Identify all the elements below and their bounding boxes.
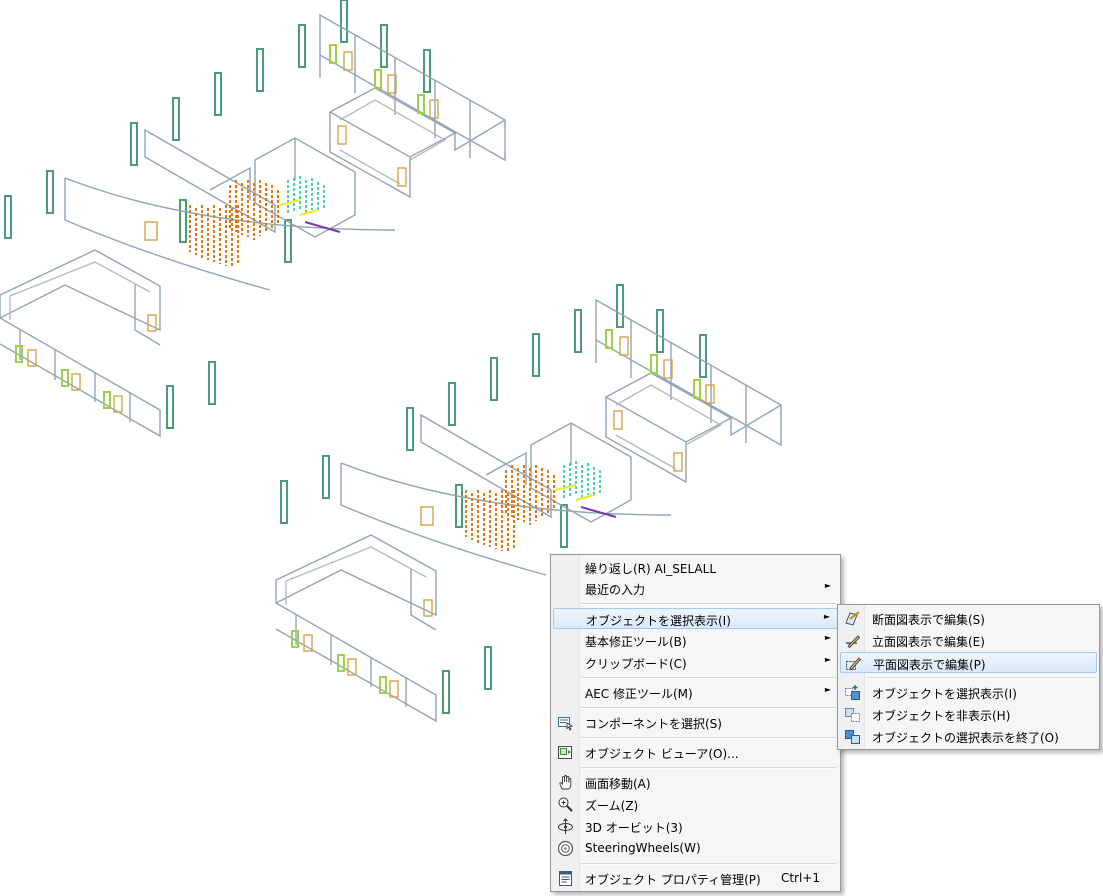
- menu-item-label: 繰り返し(R) AI_SELALL: [585, 562, 717, 576]
- menu-item-recent-input[interactable]: 最近の入力 ►: [553, 578, 838, 599]
- menu-item-label: コンポーネントを選択(S): [585, 717, 722, 731]
- menu-item-steering-wheels[interactable]: SteeringWheels(W): [553, 838, 838, 859]
- building-model-upper: [0, 0, 506, 437]
- menu-separator: [581, 677, 836, 679]
- submenu-arrow-icon: ►: [824, 633, 831, 642]
- menu-item-label: 最近の入力: [585, 583, 646, 597]
- menu-item-pan[interactable]: 画面移動(A): [553, 772, 838, 793]
- menu-item-label: 3D オービット(3): [585, 821, 683, 835]
- submenu-item-hide-objects[interactable]: オブジェクトを非表示(H): [840, 704, 1097, 725]
- menu-item-label: 画面移動(A): [585, 777, 651, 791]
- context-menu: 繰り返し(R) AI_SELALL 最近の入力 ► オブジェクトを選択表示(I)…: [550, 554, 841, 892]
- menu-item-label: クリップボード(C): [585, 657, 687, 671]
- submenu-arrow-icon: ►: [824, 655, 831, 664]
- isolate-objects-icon: [845, 685, 860, 700]
- menu-separator: [581, 707, 836, 709]
- menu-item-label: オブジェクトを選択表示(I): [872, 687, 1017, 701]
- menu-item-label: 基本修正ツール(B): [585, 635, 687, 649]
- menu-item-aec-modify-tools[interactable]: AEC 修正ツール(M) ►: [553, 682, 838, 703]
- submenu-arrow-icon: ►: [824, 581, 831, 590]
- submenu-item-edit-in-plan[interactable]: 平面図表示で編集(P): [840, 652, 1097, 673]
- menu-item-label: 立面図表示で編集(E): [872, 635, 985, 649]
- isolate-objects-submenu: 断面図表示で編集(S) 立面図表示で編集(E) 平面図表示で編集(P) オブジェ…: [837, 604, 1100, 750]
- menu-separator: [581, 737, 836, 739]
- submenu-item-end-isolation[interactable]: オブジェクトの選択表示を終了(O): [840, 726, 1097, 747]
- menu-item-label: オブジェクトを非表示(H): [872, 709, 1011, 723]
- menu-item-shortcut: Ctrl+1: [780, 871, 820, 885]
- object-viewer-icon: [558, 746, 572, 759]
- properties-icon: [559, 871, 572, 886]
- menu-item-zoom[interactable]: ズーム(Z): [553, 794, 838, 815]
- elevation-edit-icon: [846, 635, 861, 649]
- menu-item-label: 平面図表示で編集(P): [873, 658, 986, 672]
- menu-item-isolate-objects[interactable]: オブジェクトを選択表示(I) ►: [553, 608, 838, 629]
- menu-separator: [868, 677, 1095, 679]
- submenu-arrow-icon: ►: [824, 685, 831, 694]
- menu-item-properties[interactable]: オブジェクト プロパティ管理(P) Ctrl+1: [553, 868, 838, 889]
- menu-item-basic-modify-tools[interactable]: 基本修正ツール(B) ►: [553, 630, 838, 651]
- section-edit-icon: [845, 611, 860, 626]
- plan-edit-icon: [846, 657, 862, 671]
- steering-wheel-icon: [557, 840, 574, 857]
- submenu-item-edit-in-elevation[interactable]: 立面図表示で編集(E): [840, 630, 1097, 651]
- menu-separator: [581, 603, 836, 605]
- hide-objects-icon: [845, 708, 860, 722]
- menu-item-label: 断面図表示で編集(S): [872, 613, 985, 627]
- menu-item-label: AEC 修正ツール(M): [585, 687, 693, 701]
- submenu-item-isolate-objects[interactable]: オブジェクトを選択表示(I): [840, 682, 1097, 703]
- component-select-icon: [558, 717, 574, 731]
- menu-item-3d-orbit[interactable]: 3D オービット(3): [553, 816, 838, 837]
- menu-item-repeat[interactable]: 繰り返し(R) AI_SELALL: [553, 557, 838, 578]
- menu-separator: [581, 767, 836, 769]
- menu-item-label: オブジェクトを選択表示(I): [586, 614, 731, 628]
- menu-separator: [581, 863, 836, 865]
- pan-hand-icon: [559, 775, 572, 790]
- menu-item-label: オブジェクト プロパティ管理(P): [585, 873, 761, 887]
- menu-item-label: SteeringWheels(W): [585, 841, 701, 855]
- orbit-icon: [558, 818, 573, 834]
- menu-item-label: オブジェクトの選択表示を終了(O): [872, 731, 1059, 745]
- menu-item-object-viewer[interactable]: オブジェクト ビューア(O)...: [553, 742, 838, 763]
- menu-item-select-component[interactable]: コンポーネントを選択(S): [553, 712, 838, 733]
- zoom-icon: [558, 797, 573, 812]
- menu-item-clipboard[interactable]: クリップボード(C) ►: [553, 652, 838, 673]
- submenu-arrow-icon: ►: [823, 612, 830, 621]
- end-isolation-icon: [845, 730, 860, 744]
- menu-item-label: オブジェクト ビューア(O)...: [585, 747, 739, 761]
- menu-item-label: ズーム(Z): [585, 799, 639, 813]
- submenu-item-edit-in-section[interactable]: 断面図表示で編集(S): [840, 608, 1097, 629]
